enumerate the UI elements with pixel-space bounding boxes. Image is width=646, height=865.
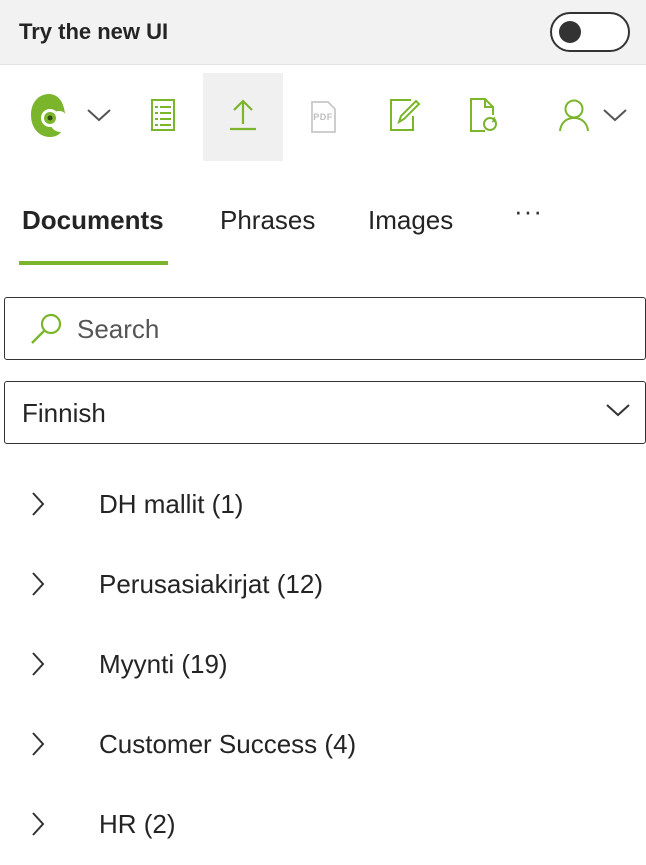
more-tabs-button[interactable]: ··· — [514, 196, 543, 227]
edit-button[interactable] — [364, 73, 444, 161]
chevron-right-icon[interactable] — [30, 651, 46, 682]
refresh-document-icon — [467, 97, 501, 138]
upload-button[interactable] — [203, 73, 283, 161]
tab-images[interactable]: Images — [368, 205, 453, 236]
chevron-down-icon — [602, 107, 628, 128]
tree-item[interactable]: Perusasiakirjat (12) — [0, 545, 646, 625]
chevron-right-icon[interactable] — [30, 571, 46, 602]
tab-documents[interactable]: Documents — [22, 205, 164, 236]
chevron-down-icon — [605, 402, 631, 423]
pdf-icon: PDF — [306, 100, 340, 134]
user-menu-button[interactable] — [548, 73, 638, 161]
tab-bar: Documents Phrases Images ··· — [0, 190, 646, 270]
pdf-label: PDF — [313, 112, 333, 122]
refresh-button[interactable] — [444, 73, 524, 161]
tree-item[interactable]: DH mallit (1) — [0, 465, 646, 545]
document-list-icon — [150, 98, 176, 137]
banner-label: Try the new UI — [19, 19, 169, 44]
search-box — [4, 297, 646, 360]
selected-tab-indicator — [19, 261, 168, 265]
chameleon-logo-icon — [24, 90, 72, 145]
chevron-right-icon[interactable] — [30, 491, 46, 522]
language-select-value: Finnish — [22, 398, 106, 428]
chevron-down-icon — [86, 107, 112, 128]
tree-item[interactable]: Myynti (19) — [0, 625, 646, 705]
search-input[interactable] — [77, 312, 617, 346]
tree-item[interactable]: Customer Success (4) — [0, 705, 646, 785]
user-icon — [558, 98, 590, 137]
new-ui-banner: Try the new UI — [0, 0, 646, 65]
tab-phrases[interactable]: Phrases — [220, 205, 315, 236]
edit-document-icon — [387, 98, 421, 137]
tree-item-label: Myynti (19) — [99, 649, 228, 679]
toolbar: PDF — [0, 65, 646, 170]
logo-menu-button[interactable] — [18, 73, 118, 161]
chevron-right-icon[interactable] — [30, 811, 46, 842]
tree-item-label: DH mallit (1) — [99, 489, 244, 519]
search-icon — [29, 312, 65, 351]
tree-item-label: HR (2) — [99, 809, 176, 839]
language-select[interactable]: Finnish — [4, 381, 646, 444]
document-list-button[interactable] — [123, 73, 203, 161]
tree-item[interactable]: HR (2) — [0, 785, 646, 865]
chevron-right-icon[interactable] — [30, 731, 46, 762]
upload-icon — [228, 98, 258, 137]
toggle-knob — [559, 21, 581, 43]
new-ui-toggle[interactable] — [550, 12, 630, 52]
pdf-button[interactable]: PDF — [283, 73, 363, 161]
tree-item-label: Perusasiakirjat (12) — [99, 569, 323, 599]
tree-item-label: Customer Success (4) — [99, 729, 357, 759]
